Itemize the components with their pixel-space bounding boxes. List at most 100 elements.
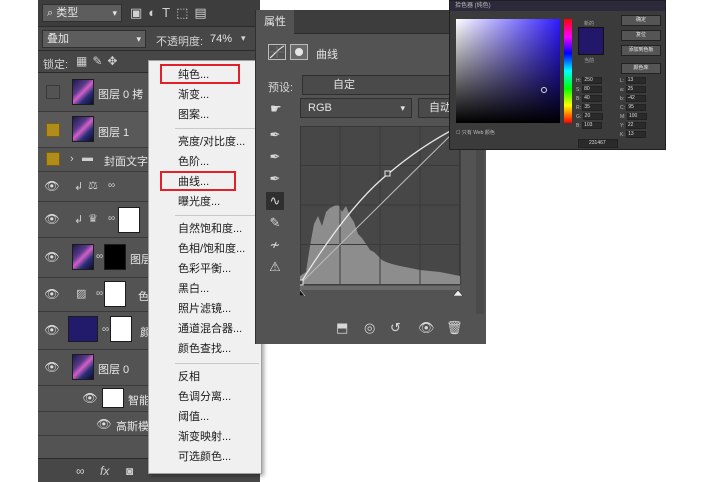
shape-filter-icon[interactable]: ⬚ (176, 5, 194, 20)
menu-item[interactable]: 照片滤镜... (149, 299, 261, 319)
lock-paint-icon[interactable]: ✎ (92, 54, 107, 68)
add-mask-icon[interactable]: ◙ (126, 464, 133, 478)
eye-icon[interactable]: 👁 (44, 179, 60, 195)
field-value[interactable]: 80 (582, 86, 603, 94)
hex-field[interactable]: 231467 (578, 139, 618, 148)
menu-item[interactable]: 色调分离... (149, 387, 261, 407)
color-field[interactable]: H: 250 (576, 77, 618, 85)
field-value[interactable]: 13 (625, 77, 646, 85)
menu-item[interactable]: 自然饱和度... (149, 219, 261, 239)
field-value[interactable]: 40 (582, 95, 603, 103)
menu-item[interactable]: 阈值... (149, 407, 261, 427)
saturation-brightness-field[interactable] (456, 19, 560, 123)
color-field[interactable]: L: 13 (620, 77, 662, 85)
eye-icon[interactable]: 👁 (44, 212, 60, 228)
target-adjust-icon[interactable]: ☛ (270, 101, 282, 117)
menu-item[interactable]: 亮度/对比度... (149, 132, 261, 152)
mask-icon[interactable] (290, 44, 308, 60)
clipping-warning-icon[interactable]: ⚠ (266, 258, 284, 276)
color-field[interactable]: B: 40 (576, 95, 618, 103)
chevron-down-icon[interactable]: ▾ (241, 33, 246, 44)
menu-item[interactable]: 色相/饱和度... (149, 239, 261, 259)
eyedropper-gray-icon[interactable]: ✒ (266, 148, 284, 166)
visibility-toggle[interactable] (46, 85, 60, 99)
eye-icon[interactable]: 👁 (44, 250, 60, 266)
color-field[interactable]: K: 13 (620, 131, 662, 139)
trash-icon[interactable]: 🗑 (446, 320, 463, 336)
layer-filter-select[interactable]: ⌕ 类型 ▾ (42, 4, 122, 22)
field-value[interactable]: 13 (626, 131, 647, 139)
eyedropper-black-icon[interactable]: ✒ (266, 126, 284, 144)
visibility-toggle[interactable] (46, 123, 60, 137)
web-colors-only-checkbox[interactable]: ☐ 只有 Web 颜色 (456, 129, 495, 136)
reset-button[interactable]: 复位 (621, 30, 661, 41)
pixel-filter-icon[interactable]: ▣ (130, 5, 148, 20)
curve-point[interactable] (384, 170, 391, 177)
clip-to-layer-icon[interactable]: ⬒ (336, 320, 348, 336)
field-value[interactable]: 100 (626, 113, 647, 121)
menu-item[interactable]: 通道混合器... (149, 319, 261, 339)
field-value[interactable]: -42 (625, 95, 646, 103)
eye-icon[interactable]: 👁 (96, 417, 112, 433)
fx-icon[interactable]: fx (100, 464, 109, 478)
type-filter-icon[interactable]: T (162, 5, 176, 20)
pencil-tool-icon[interactable]: ✎ (266, 214, 284, 232)
smooth-curve-icon[interactable]: ≁ (266, 236, 284, 254)
white-point-slider[interactable] (452, 289, 464, 296)
color-libraries-button[interactable]: 颜色库 (621, 63, 661, 74)
color-field[interactable]: R: 35 (576, 104, 618, 112)
color-field[interactable]: G: 20 (576, 113, 618, 121)
hue-slider[interactable] (564, 19, 572, 123)
smart-filter-icon[interactable]: ▤ (194, 5, 212, 20)
scrollbar[interactable] (476, 122, 484, 314)
color-field[interactable]: S: 80 (576, 86, 618, 94)
color-field[interactable]: B: 103 (576, 122, 618, 130)
lock-pixels-icon[interactable]: ▦ (76, 54, 92, 68)
filter-icons[interactable]: ▣◐T⬚▤ (130, 5, 213, 21)
color-field[interactable]: C: 95 (620, 104, 662, 112)
menu-item[interactable]: 反相 (149, 367, 261, 387)
lock-move-icon[interactable]: ✥ (107, 54, 122, 68)
color-field[interactable]: b: -42 (620, 95, 662, 103)
field-value[interactable]: 95 (626, 104, 647, 112)
field-value[interactable]: 22 (625, 122, 646, 130)
ok-button[interactable]: 确定 (621, 15, 661, 26)
eye-icon[interactable]: 👁 (44, 323, 60, 339)
menu-item[interactable]: 色阶... (149, 152, 261, 172)
lock-icons[interactable]: ▦✎✥ (76, 54, 122, 68)
field-value[interactable]: 20 (582, 113, 603, 121)
curve-point-tool-icon[interactable]: ∿ (266, 192, 284, 210)
menu-item[interactable]: 颜色查找... (149, 339, 261, 359)
color-field[interactable]: Y: 22 (620, 122, 662, 130)
black-point-slider[interactable] (300, 289, 306, 296)
field-value[interactable]: 250 (582, 77, 603, 85)
menu-item[interactable]: 渐变... (149, 85, 261, 105)
visibility-eye-icon[interactable]: 👁 (418, 320, 435, 336)
adjust-filter-icon[interactable]: ◐ (148, 5, 162, 20)
opacity-field[interactable]: 74% (210, 33, 232, 45)
menu-item[interactable]: 曝光度... (149, 192, 261, 212)
visibility-toggle[interactable] (46, 152, 60, 166)
chevron-right-icon[interactable]: › (70, 153, 74, 165)
menu-item[interactable]: 可选颜色... (149, 447, 261, 467)
field-value[interactable]: 25 (625, 86, 646, 94)
blend-mode-select[interactable]: 叠加 ▾ (42, 30, 146, 48)
menu-item[interactable]: 渐变映射... (149, 427, 261, 447)
field-value[interactable]: 103 (582, 122, 603, 130)
color-field[interactable]: M: 100 (620, 113, 662, 121)
eye-icon[interactable]: 👁 (44, 287, 60, 303)
eye-icon[interactable]: 👁 (44, 360, 60, 376)
eye-icon[interactable]: 👁 (82, 391, 98, 407)
reset-icon[interactable]: ↺ (390, 320, 401, 336)
channel-select[interactable]: RGB ▾ (300, 98, 412, 118)
link-layers-icon[interactable]: ∞ (76, 464, 85, 478)
color-marker[interactable] (541, 87, 547, 93)
curve-point[interactable] (300, 279, 304, 286)
menu-item[interactable]: 色彩平衡... (149, 259, 261, 279)
eyedropper-white-icon[interactable]: ✒ (266, 170, 284, 188)
menu-item[interactable]: 图案... (149, 105, 261, 125)
curves-icon[interactable] (268, 44, 286, 60)
menu-item[interactable]: 黑白... (149, 279, 261, 299)
add-swatch-button[interactable]: 添加到色板 (621, 45, 661, 56)
view-previous-icon[interactable]: ◎ (364, 320, 375, 336)
